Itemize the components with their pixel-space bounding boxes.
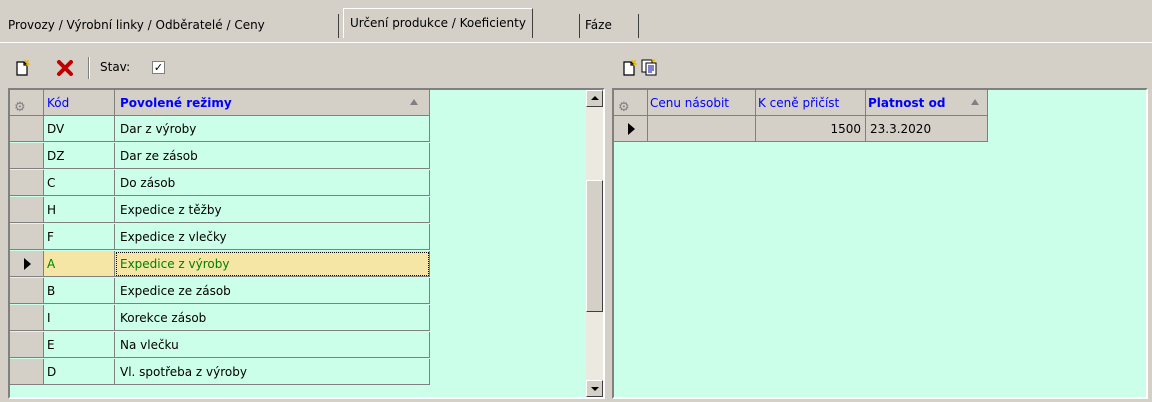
gear-icon: ⚙ [14,100,26,115]
sort-ascending-icon [971,99,979,105]
copy-document-icon[interactable] [640,58,658,76]
tab-faze[interactable]: Fáze [585,13,612,37]
row-indicator[interactable] [10,251,44,277]
tab-divider [579,14,580,38]
row-indicator[interactable] [10,278,44,304]
gear-icon: ⚙ [618,100,630,115]
toolbar-separator [88,57,90,79]
column-header-platnost-od[interactable]: Platnost od [866,90,988,116]
row-indicator[interactable] [10,197,44,223]
column-header-label: Povolené režimy [120,96,232,110]
row-indicator[interactable] [10,359,44,385]
cell-k-cene-pricist[interactable]: 1500 [756,116,866,142]
column-header-label: Platnost od [868,96,946,110]
table-row[interactable]: C Do zásob [10,170,430,196]
row-indicator[interactable] [10,224,44,250]
tab-bar: Provozy / Výrobní linky / Odběratelé / C… [0,0,1152,42]
cell-povoleny-rezim[interactable]: Vl. spotřeba z výroby [115,359,430,385]
cell-kod[interactable]: E [44,332,115,358]
cell-povoleny-rezim[interactable]: Korekce zásob [115,305,430,331]
cell-platnost-od[interactable]: 23.3.2020 [866,116,988,142]
cell-povoleny-rezim[interactable]: Dar z výroby [115,116,430,142]
new-document-icon[interactable] [620,59,638,77]
scroll-down-button[interactable] [586,380,603,397]
current-row-arrow-icon [24,258,31,270]
cell-kod[interactable]: DV [44,116,115,142]
column-header-cenu-nasobit[interactable]: Cenu násobit [648,90,756,116]
stav-label: Stav: [100,60,131,74]
cell-povoleny-rezim[interactable]: Dar ze zásob [115,143,430,169]
cell-kod[interactable]: C [44,170,115,196]
cell-kod[interactable]: D [44,359,115,385]
table-row[interactable]: E Na vlečku [10,332,430,358]
delete-x-icon[interactable] [56,59,74,77]
row-indicator[interactable] [614,116,648,142]
tab-divider [638,14,639,38]
down-arrow-icon [591,387,599,391]
cell-cenu-nasobit[interactable] [648,116,756,142]
table-row[interactable]: H Expedice z těžby [10,197,430,223]
table-row[interactable]: 1500 23.3.2020 [614,116,988,142]
cell-kod[interactable]: H [44,197,115,223]
coefficients-grid: ⚙ Cenu násobit K ceně přičíst Platnost o… [612,88,1148,399]
cell-kod[interactable]: A [44,251,115,277]
up-arrow-icon [591,96,599,100]
table-row[interactable]: D Vl. spotřeba z výroby [10,359,430,385]
tab-provozy[interactable]: Provozy / Výrobní linky / Odběratelé / C… [8,13,265,37]
cell-povoleny-rezim[interactable]: Expedice ze zásob [115,278,430,304]
row-indicator[interactable] [10,305,44,331]
cell-kod[interactable]: B [44,278,115,304]
cell-povoleny-rezim[interactable]: Na vlečku [115,332,430,358]
grid-corner[interactable]: ⚙ [10,90,44,116]
modes-grid: ⚙ Kód Povolené režimy DV Dar z výroby DZ Da… [8,88,605,399]
table-row[interactable]: DV Dar z výroby [10,116,430,142]
row-indicator[interactable] [10,332,44,358]
cell-povoleny-rezim[interactable]: Expedice z vlečky [115,224,430,250]
row-indicator[interactable] [10,116,44,142]
sort-ascending-icon [410,99,418,105]
cell-povoleny-rezim[interactable]: Expedice z těžby [115,197,430,223]
cell-kod[interactable]: I [44,305,115,331]
row-indicator[interactable] [10,170,44,196]
table-row[interactable]: I Korekce zásob [10,305,430,331]
cell-kod[interactable]: F [44,224,115,250]
column-header-kod[interactable]: Kód [44,90,115,116]
column-header-k-cene-pricist[interactable]: K ceně přičíst [756,90,866,116]
table-row[interactable]: A Expedice z výroby [10,251,430,277]
vertical-scrollbar[interactable] [586,90,603,397]
cell-povoleny-rezim[interactable]: Do zásob [115,170,430,196]
column-header-povolene-rezimy[interactable]: Povolené režimy [115,90,430,116]
cell-povoleny-rezim[interactable]: Expedice z výroby [115,251,430,277]
table-row[interactable]: DZ Dar ze zásob [10,143,430,169]
new-document-icon[interactable] [13,59,31,77]
tab-divider [338,14,339,38]
grid-corner[interactable]: ⚙ [614,90,648,116]
table-row[interactable]: B Expedice ze zásob [10,278,430,304]
current-row-arrow-icon [628,123,635,135]
table-row[interactable]: F Expedice z vlečky [10,224,430,250]
scroll-up-button[interactable] [586,90,603,107]
scroll-thumb[interactable] [586,180,603,312]
row-indicator[interactable] [10,143,44,169]
tab-urceni-produkce[interactable]: Určení produkce / Koeficienty [343,8,533,38]
cell-kod[interactable]: DZ [44,143,115,169]
stav-checkbox[interactable]: ✓ [152,61,165,74]
